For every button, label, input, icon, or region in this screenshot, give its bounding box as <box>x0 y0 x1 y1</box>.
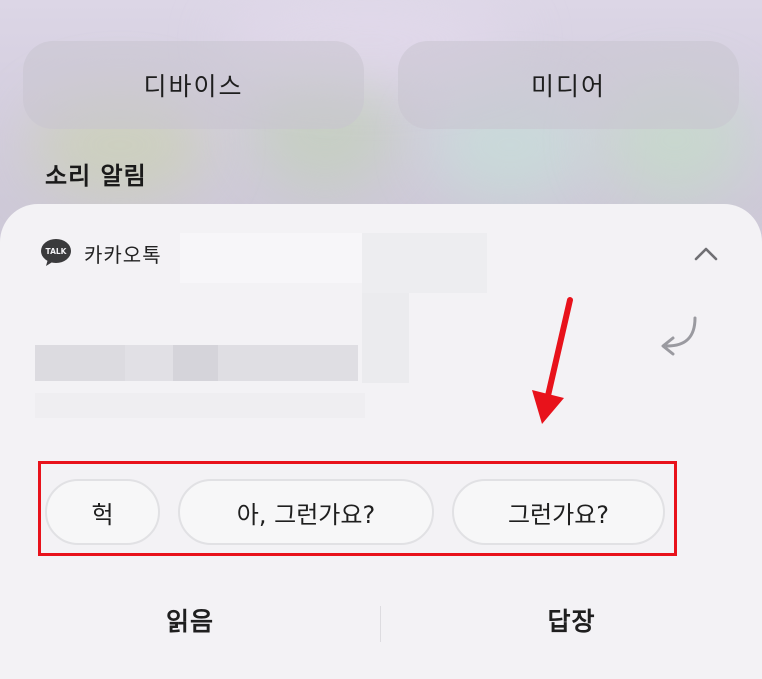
reply-label: 답장 <box>547 607 596 636</box>
redacted-block <box>218 345 358 381</box>
mark-read-label: 읽음 <box>165 607 214 636</box>
smart-reply-chip[interactable]: 아, 그런가요? <box>178 479 434 545</box>
app-name: 카카오톡 <box>84 242 162 267</box>
kakaotalk-icon-text: TALK <box>46 247 68 256</box>
notification-header: TALK 카카오톡 <box>40 238 162 268</box>
redacted-block <box>180 233 362 283</box>
section-title: 소리 알림 <box>45 162 147 190</box>
device-button[interactable]: 디바이스 <box>23 41 364 129</box>
chevron-up-icon[interactable] <box>692 240 720 268</box>
redacted-block <box>125 345 173 381</box>
redacted-block <box>362 233 487 293</box>
smart-reply-label: 아, 그런가요? <box>236 500 376 529</box>
smart-reply-chip[interactable]: 헉 <box>45 479 160 545</box>
notification-screen: 디바이스 미디어 소리 알림 TALK 카카오톡 헉 아, 그런가요? 그런가요… <box>0 0 762 679</box>
redacted-block <box>35 345 125 381</box>
redacted-block <box>173 345 218 381</box>
media-button[interactable]: 미디어 <box>398 41 739 129</box>
mark-read-button[interactable]: 읽음 <box>0 602 380 638</box>
kakaotalk-icon: TALK <box>40 238 74 268</box>
smart-reply-chip[interactable]: 그런가요? <box>452 479 665 545</box>
red-arrow-icon <box>520 292 600 432</box>
media-button-label: 미디어 <box>530 72 606 101</box>
reply-arrow-icon[interactable] <box>655 314 701 358</box>
smart-reply-label: 그런가요? <box>507 500 610 529</box>
redacted-block <box>35 393 365 418</box>
redacted-block <box>362 293 409 383</box>
smart-reply-label: 헉 <box>91 500 114 529</box>
device-button-label: 디바이스 <box>143 72 244 101</box>
reply-button[interactable]: 답장 <box>381 602 762 638</box>
